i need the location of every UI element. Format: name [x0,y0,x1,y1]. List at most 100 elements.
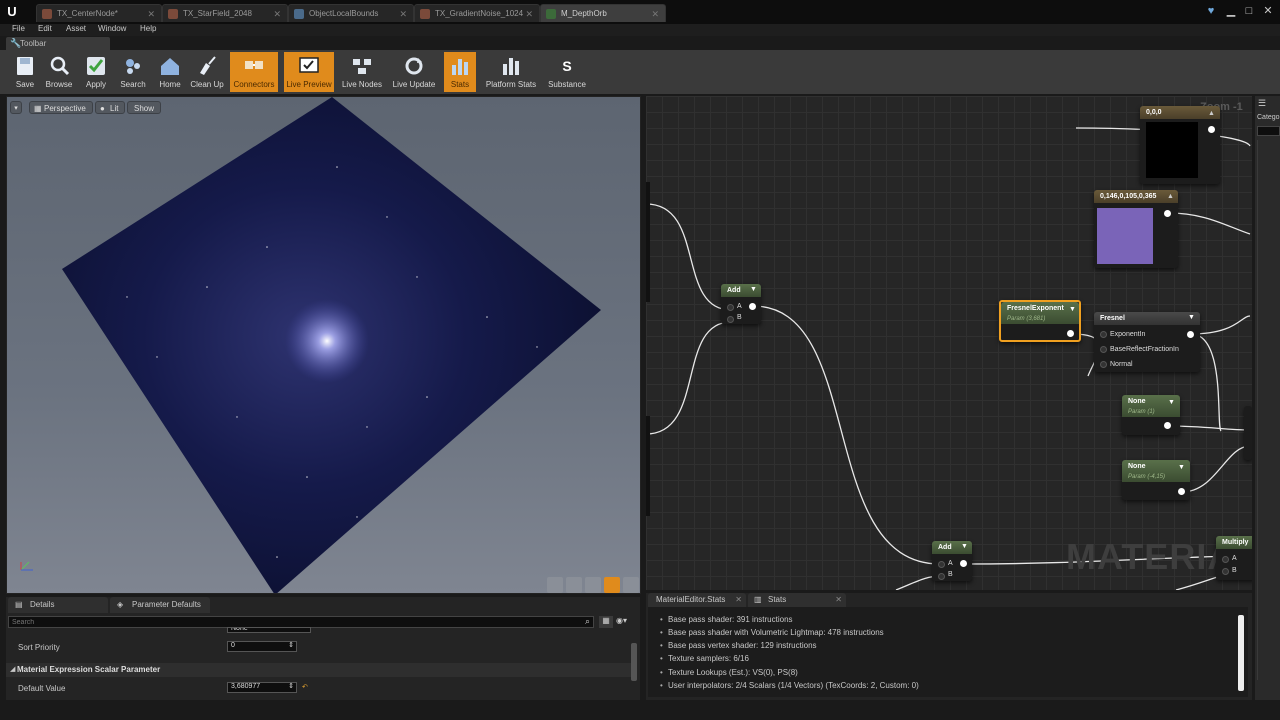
default-value-field[interactable]: 3,680977 ⇕ [227,682,297,693]
unreal-logo-icon[interactable]: U [4,4,20,20]
tab-tx-centernode[interactable]: TX_CenterNode* ✕ [36,4,162,22]
close-icon[interactable]: ✕ [525,5,533,23]
output-pin[interactable] [1208,126,1215,133]
sort-priority-field[interactable]: 0 ⇕ [227,641,297,652]
output-pin[interactable] [1067,330,1074,337]
view-options-icon[interactable]: ▦ [599,616,613,628]
viewport-options-button[interactable]: ▾ [10,101,22,114]
cube-icon[interactable] [604,577,620,593]
input-pin-a[interactable] [1222,556,1229,563]
home-button[interactable]: Home [154,52,186,92]
toolbar-tab[interactable]: 🔧 Toolbar [6,37,110,50]
plane-icon[interactable] [585,577,601,593]
collapse-arrow-icon[interactable]: ▼ [961,543,968,550]
output-pin[interactable] [1187,331,1194,338]
close-icon[interactable]: ✕ [147,5,155,23]
output-pin[interactable] [960,560,967,567]
tab-details[interactable]: ▤ Details [8,597,108,613]
search-label: Search [120,80,146,89]
close-icon[interactable]: ✕ [651,5,659,23]
material-graph[interactable]: Zoom -1 MATERIAL 0,0,0 ▲ 0,146,0,105,0,3… [646,96,1252,590]
minimize-icon[interactable]: ▁ [1224,4,1238,18]
output-pin[interactable] [749,303,756,310]
node-constant-purple[interactable]: 0,146,0,105,0,365 ▲ [1094,190,1178,268]
output-pin[interactable] [1164,422,1171,429]
collapse-arrow-icon[interactable]: ▼ [1069,306,1076,313]
menu-help[interactable]: Help [140,24,156,36]
node-add-top[interactable]: Add ▼ A B [721,284,761,324]
browse-button[interactable]: Browse [42,52,76,92]
tab-tx-starfield[interactable]: TX_StarField_2048 ✕ [162,4,288,22]
node-multiply[interactable]: Multiply A B [1216,536,1252,580]
feedback-icon[interactable]: ♥ [1204,4,1218,18]
preview-viewport[interactable]: ▾ ▦ Perspective ● Lit Show [6,96,641,594]
input-pin-normal[interactable] [1100,361,1107,368]
collapse-arrow-icon[interactable]: ▼ [1178,464,1185,471]
show-button[interactable]: Show [127,101,162,114]
section-header[interactable]: ◢ Material Expression Scalar Parameter [6,663,634,677]
clean-up-button[interactable]: Clean Up [190,52,224,92]
output-pin[interactable] [1164,210,1171,217]
node-param-none-2[interactable]: None Param (-4,15) ▼ [1122,460,1190,500]
palette-tree[interactable] [1257,140,1278,680]
connectors-button[interactable]: Connectors [230,52,278,92]
tab-objectlocalbounds[interactable]: ObjectLocalBounds ✕ [288,4,414,22]
collapse-arrow-icon[interactable]: ▼ [1168,399,1175,406]
maximize-icon[interactable]: □ [1242,4,1256,18]
perspective-button[interactable]: ▦ Perspective [29,101,93,114]
cylinder-icon[interactable] [547,577,563,593]
close-window-icon[interactable]: ✕ [1261,4,1275,18]
live-update-button[interactable]: Live Update [390,52,438,92]
palette-menu-icon[interactable]: ☰ [1258,98,1266,109]
substance-button[interactable]: S Substance [546,52,588,92]
close-icon[interactable]: ✕ [835,593,842,607]
input-pin-a[interactable] [727,304,734,311]
platform-stats-button[interactable]: Platform Stats [482,52,540,92]
apply-button[interactable]: Apply [80,52,112,92]
live-nodes-button[interactable]: Live Nodes [340,52,384,92]
tab-m-depthorb[interactable]: M_DepthOrb ✕ [540,4,666,22]
input-pin-basereflect[interactable] [1100,346,1107,353]
input-pin-exponentin[interactable] [1100,331,1107,338]
palette-search-input[interactable] [1257,126,1280,136]
collapse-arrow-icon[interactable]: ▲ [1208,110,1215,117]
node-param-none-1[interactable]: None Param (1) ▼ [1122,395,1180,435]
node-fresnel-exponent[interactable]: FresnelExponent Param (3,681) ▼ [999,300,1081,342]
collapse-arrow-icon[interactable]: ▼ [1188,314,1195,321]
menu-asset[interactable]: Asset [66,24,86,36]
node-constant-black[interactable]: 0,0,0 ▲ [1140,106,1220,184]
output-pin[interactable] [1178,488,1185,495]
node-fresnel[interactable]: Fresnel ▼ ExponentIn BaseReflectFraction… [1094,312,1200,372]
close-icon[interactable]: ✕ [399,5,407,23]
teapot-icon[interactable] [623,577,639,593]
section-title: Material Expression Scalar Parameter [17,665,161,674]
group-field[interactable]: None [227,627,311,633]
tab-parameter-defaults[interactable]: ◈ Parameter Defaults [110,597,210,613]
close-icon[interactable]: ✕ [273,5,281,23]
input-pin-b[interactable] [1222,568,1229,575]
node-add-bottom[interactable]: Add ▼ A B [932,541,972,581]
input-pin-b[interactable] [938,573,945,580]
search-button[interactable]: Search [116,52,150,92]
node-offscreen[interactable] [1244,406,1252,460]
tab-tx-gradientnoise[interactable]: TX_GradientNoise_1024 ✕ [414,4,540,22]
close-icon[interactable]: ✕ [735,593,742,607]
stats-button[interactable]: Stats [444,52,476,92]
input-pin-b[interactable] [727,316,734,323]
lit-button[interactable]: ● Lit [95,101,126,114]
input-pin-a[interactable] [938,561,945,568]
tab-materialeditor-stats[interactable]: MaterialEditor.Stats ✕ [648,593,746,607]
menu-edit[interactable]: Edit [38,24,52,36]
details-scrollbar[interactable] [631,643,637,681]
save-button[interactable]: Save [8,52,42,92]
tab-stats[interactable]: ▥ Stats ✕ [748,593,846,607]
collapse-arrow-icon[interactable]: ▲ [1167,193,1174,200]
eye-icon[interactable]: ◉▾ [616,616,638,628]
stats-scrollbar[interactable] [1238,615,1244,691]
menu-window[interactable]: Window [98,24,126,36]
live-preview-button[interactable]: Live Preview [284,52,334,92]
menu-file[interactable]: File [12,24,25,36]
reset-to-default-icon[interactable]: ↶ [302,683,308,691]
sphere-icon[interactable] [566,577,582,593]
collapse-arrow-icon[interactable]: ▼ [750,286,757,293]
